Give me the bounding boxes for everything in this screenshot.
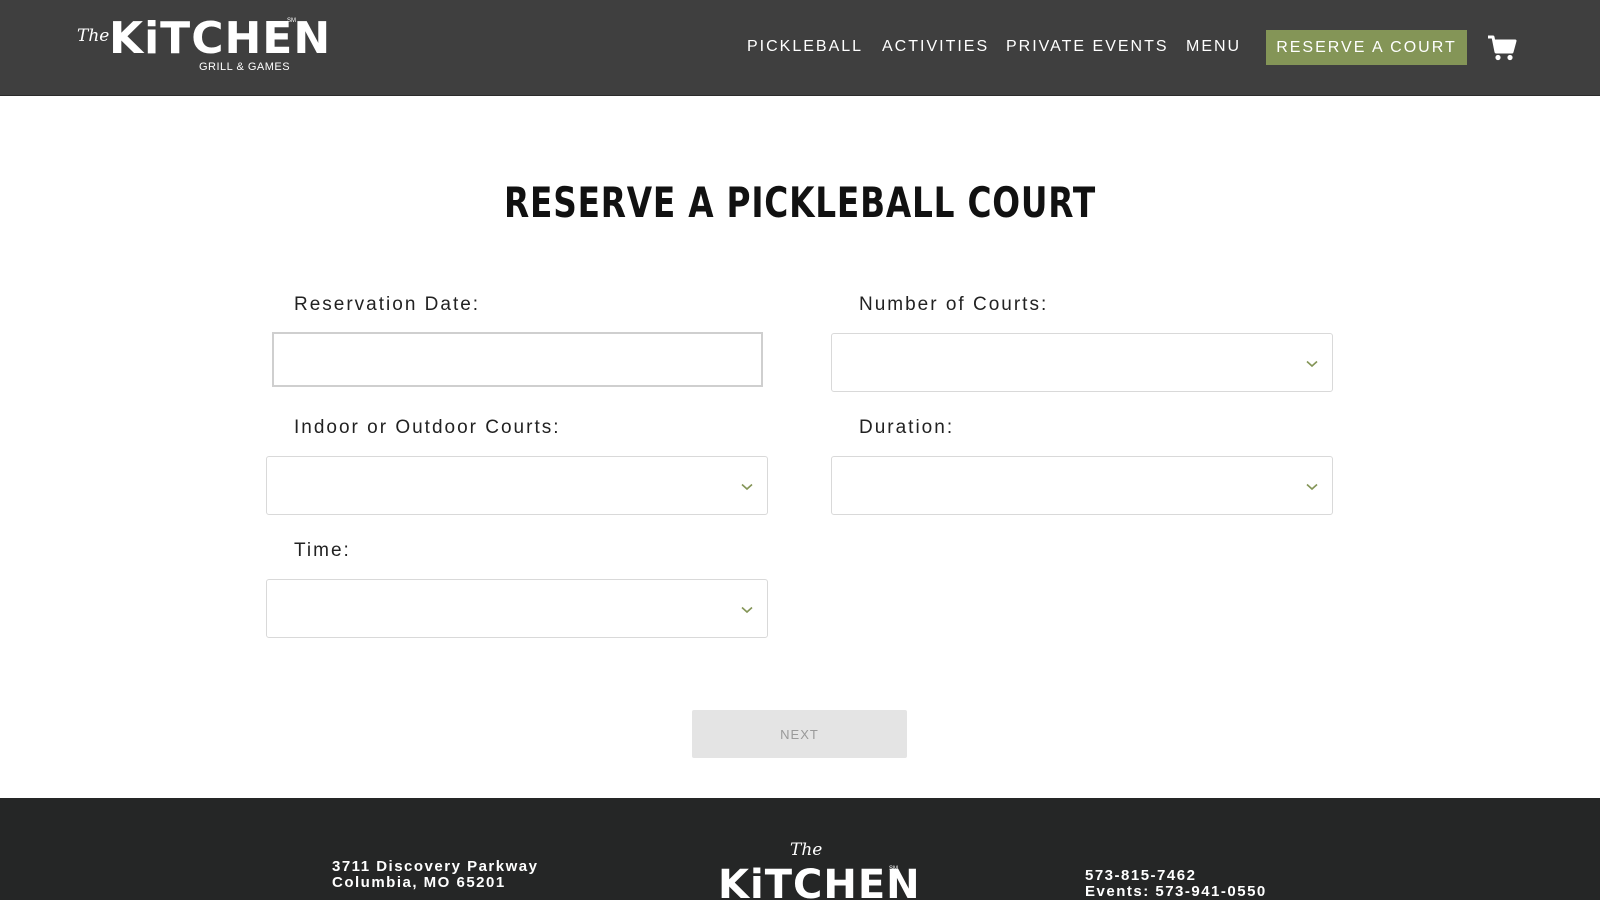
- chevron-down-icon: [1306, 360, 1318, 368]
- address-line-2: Columbia, MO 65201: [332, 874, 506, 891]
- footer-logo-mark: SM: [889, 866, 898, 872]
- page-title: RESERVE A PICKLEBALL COURT: [504, 178, 1096, 227]
- phone-number[interactable]: 573-815-7462: [1085, 868, 1267, 884]
- chevron-down-icon: [1306, 483, 1318, 491]
- nav-activities[interactable]: ACTIVITIES: [882, 38, 989, 56]
- next-button[interactable]: NEXT: [692, 710, 907, 758]
- site-footer: 3711 Discovery Parkway Columbia, MO 6520…: [0, 798, 1600, 908]
- logo-subtitle: GRILL & GAMES: [199, 61, 291, 73]
- logo-name-text: KiTCHEN: [109, 13, 332, 64]
- logo-service-mark: SM: [287, 18, 296, 24]
- site-header: The KiTCHEN SM GRILL & GAMES PICKLEBALL …: [0, 0, 1600, 96]
- logo-the-text: The: [77, 26, 110, 46]
- indoor-outdoor-label: Indoor or Outdoor Courts:: [294, 417, 561, 438]
- events-phone-number[interactable]: Events: 573-941-0550: [1085, 884, 1267, 900]
- reserve-court-button[interactable]: RESERVE A COURT: [1266, 30, 1467, 65]
- chevron-down-icon: [741, 483, 753, 491]
- nav-pickleball[interactable]: PICKLEBALL: [747, 38, 863, 56]
- nav-private-events[interactable]: PRIVATE EVENTS: [1006, 38, 1169, 56]
- reservation-date-input[interactable]: [272, 332, 763, 387]
- reservation-date-label: Reservation Date:: [294, 294, 481, 315]
- number-of-courts-label: Number of Courts:: [859, 294, 1049, 315]
- chevron-down-icon: [741, 606, 753, 614]
- duration-label: Duration:: [859, 417, 955, 438]
- number-of-courts-select[interactable]: [831, 333, 1333, 392]
- footer-address: 3711 Discovery Parkway Columbia, MO 6520…: [332, 859, 538, 891]
- indoor-outdoor-select[interactable]: [266, 456, 768, 515]
- time-select[interactable]: [266, 579, 768, 638]
- address-line-1: 3711 Discovery Parkway: [332, 858, 539, 875]
- nav-menu[interactable]: MENU: [1186, 38, 1241, 56]
- duration-select[interactable]: [831, 456, 1333, 515]
- time-label: Time:: [294, 540, 351, 561]
- footer-phones: 573-815-7462 Events: 573-941-0550: [1085, 868, 1267, 900]
- footer-logo-the: The: [790, 840, 823, 860]
- cart-icon[interactable]: [1487, 34, 1517, 62]
- kitchen-logo[interactable]: The KiTCHEN SM GRILL & GAMES: [77, 14, 330, 76]
